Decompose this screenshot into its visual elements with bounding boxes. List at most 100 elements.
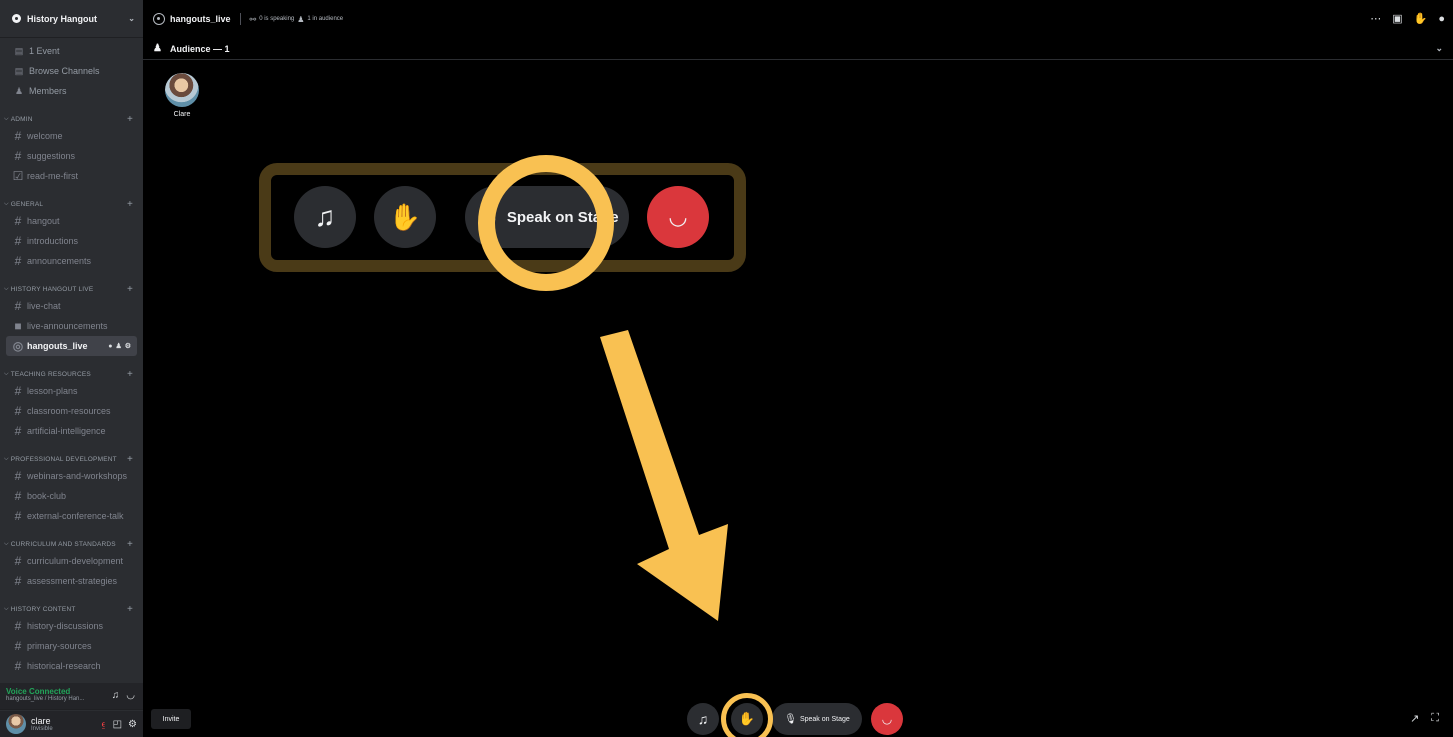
gear-icon[interactable]: ⚙ [128,719,137,730]
add-channel-icon[interactable]: + [127,284,133,295]
add-channel-icon[interactable]: + [127,199,133,210]
participant-tile[interactable]: Clare [163,73,201,118]
category-header[interactable]: ⌵ CURRICULUM AND STANDARDS + [0,537,143,551]
chat-icon[interactable]: ● [1438,13,1445,25]
nav-item-label: 1 Event [29,46,60,56]
channel-item-primary-sources[interactable]: # primary-sources [6,636,137,656]
participant-name: Clare [173,111,191,118]
pop-out-icon[interactable]: ↗ [1410,712,1419,725]
category-header[interactable]: ⌵ HISTORY HANGOUT LIVE + [0,282,143,296]
category-header[interactable]: ⌵ ADMIN + [0,112,143,126]
channel-item-welcome[interactable]: # welcome [6,126,137,146]
hash-icon: # [14,384,22,398]
channel-name: announcements [27,256,92,266]
pointer-arrow [600,330,728,621]
category-header[interactable]: ⌵ TEACHING RESOURCES + [0,367,143,381]
hang-up-icon: ◡ [881,712,893,726]
channel-name: live-announcements [27,321,108,331]
channel-name: primary-sources [27,641,92,651]
channel-item-introductions[interactable]: # introductions [6,231,137,251]
stage-channel-icon: ◎ [12,339,24,353]
category-header[interactable]: ⌵ PROFESSIONAL DEVELOPMENT + [0,452,143,466]
nav-item-browse-channels[interactable]: ▤ Browse Channels [0,61,143,81]
channel-item-hangout[interactable]: # hangout [6,211,137,231]
hash-icon: # [14,574,22,588]
chat-icon[interactable]: ● [108,343,112,350]
headphones-icon[interactable]: ◰ [113,719,122,730]
channel-item-lesson-plans[interactable]: # lesson-plans [6,381,137,401]
audience-label: Audience — 1 [169,43,230,54]
hash-icon: # [14,489,22,503]
soundboard-button[interactable]: ♫ [687,703,719,735]
audience-section-header[interactable]: ♟ Audience — 1 ⌄ [143,38,1453,60]
category-name: TEACHING RESOURCES [10,370,91,378]
channel-name: historical-research [27,661,101,671]
channel-item-history-discussions[interactable]: # history-discussions [6,616,137,636]
hash-icon: # [14,424,22,438]
channel-item-historical-research[interactable]: # historical-research [6,656,137,676]
channel-item-read-me-first[interactable]: ☑ read-me-first [6,166,137,186]
invite-button[interactable]: Invite [151,709,191,729]
channel-item-hangouts_live[interactable]: ◎ hangouts_live ● ♟ ⚙ [6,336,137,356]
channel-item-artificial-intelligence[interactable]: # artificial-intelligence [6,421,137,441]
divider [239,13,241,25]
mic-muted-icon[interactable]: ⍷ [101,719,107,730]
inbox-icon[interactable]: ▣ [1392,12,1402,25]
leave-stage-button[interactable]: ◡ [871,703,903,735]
channel-item-classroom-resources[interactable]: # classroom-resources [6,401,137,421]
chevron-down-icon: ⌵ [4,285,9,292]
add-channel-icon[interactable]: + [127,604,133,615]
channel-item-webinars-and-workshops[interactable]: # webinars-and-workshops [6,466,137,486]
speaking-count: 0 is speaking [259,16,295,22]
raised-hands-icon[interactable]: ✋ [1414,12,1428,25]
chevron-down-icon: ⌵ [4,455,9,462]
add-channel-icon[interactable]: + [127,539,133,550]
disconnect-icon[interactable]: ◡ [126,690,135,701]
server-header[interactable]: History Hangout ⌄ [0,0,143,38]
avatar[interactable] [6,714,26,734]
nav-item-label: Members [29,86,67,96]
more-options-icon[interactable]: ⋯ [1370,12,1381,25]
channel-title: hangouts_live [170,14,231,24]
add-channel-icon[interactable]: + [127,369,133,380]
channel-name: book-club [27,491,67,501]
gear-icon[interactable]: ⚙ [125,342,131,350]
speak-on-stage-button[interactable]: 🎙 Speak on Stage [772,703,862,735]
category-header[interactable]: ⌵ HISTORY CONTENT + [0,602,143,616]
add-channel-icon[interactable]: + [127,454,133,465]
channel-name: suggestions [27,151,76,161]
channel-list: ⌵ ADMIN + # welcome # suggestions ☑ read-me-firs… [0,112,143,701]
channel-name: webinars-and-workshops [27,471,128,481]
channel-item-book-club[interactable]: # book-club [6,486,137,506]
hang-up-icon: ◡ [668,204,688,229]
channel-item-assessment-strategies[interactable]: # assessment-strategies [6,571,137,591]
channel-name: lesson-plans [27,386,78,396]
add-channel-icon[interactable]: + [127,114,133,125]
hash-icon: # [14,619,22,633]
megaphone-icon: ■ [14,319,22,333]
channel-item-live-chat[interactable]: # live-chat [6,296,137,316]
hash-icon: # [14,254,22,268]
channel-name: history-discussions [27,621,104,631]
stage-view: hangouts_live ⚯ 0 is speaking ♟ 1 in aud… [143,0,1453,737]
add-member-icon[interactable]: ♟ [115,342,121,350]
fullscreen-icon[interactable]: ⛶ [1431,712,1439,725]
audience-icon: ♟ [153,43,162,54]
channel-item-external-conference-talk[interactable]: # external-conference-talk [6,506,137,526]
hash-icon: # [14,659,22,673]
chevron-down-icon: ⌄ [128,14,135,23]
nav-item-events[interactable]: ▤ 1 Event [0,41,143,61]
category-header[interactable]: ⌵ GENERAL + [0,197,143,211]
microphone-icon: 🎙 [784,713,797,725]
channel-item-live-announcements[interactable]: ■ live-announcements [6,316,137,336]
chevron-down-icon[interactable]: ⌄ [1435,43,1443,54]
music-icon: ♫ [314,201,336,232]
channel-item-curriculum-development[interactable]: # curriculum-development [6,551,137,571]
channel-name: hangout [27,216,60,226]
category-name: ADMIN [10,115,33,123]
channel-item-suggestions[interactable]: # suggestions [6,146,137,166]
hash-icon: # [14,554,22,568]
channel-item-announcements[interactable]: # announcements [6,251,137,271]
nav-item-members[interactable]: ♟ Members [0,81,143,101]
music-icon[interactable]: ♫ [112,690,120,701]
